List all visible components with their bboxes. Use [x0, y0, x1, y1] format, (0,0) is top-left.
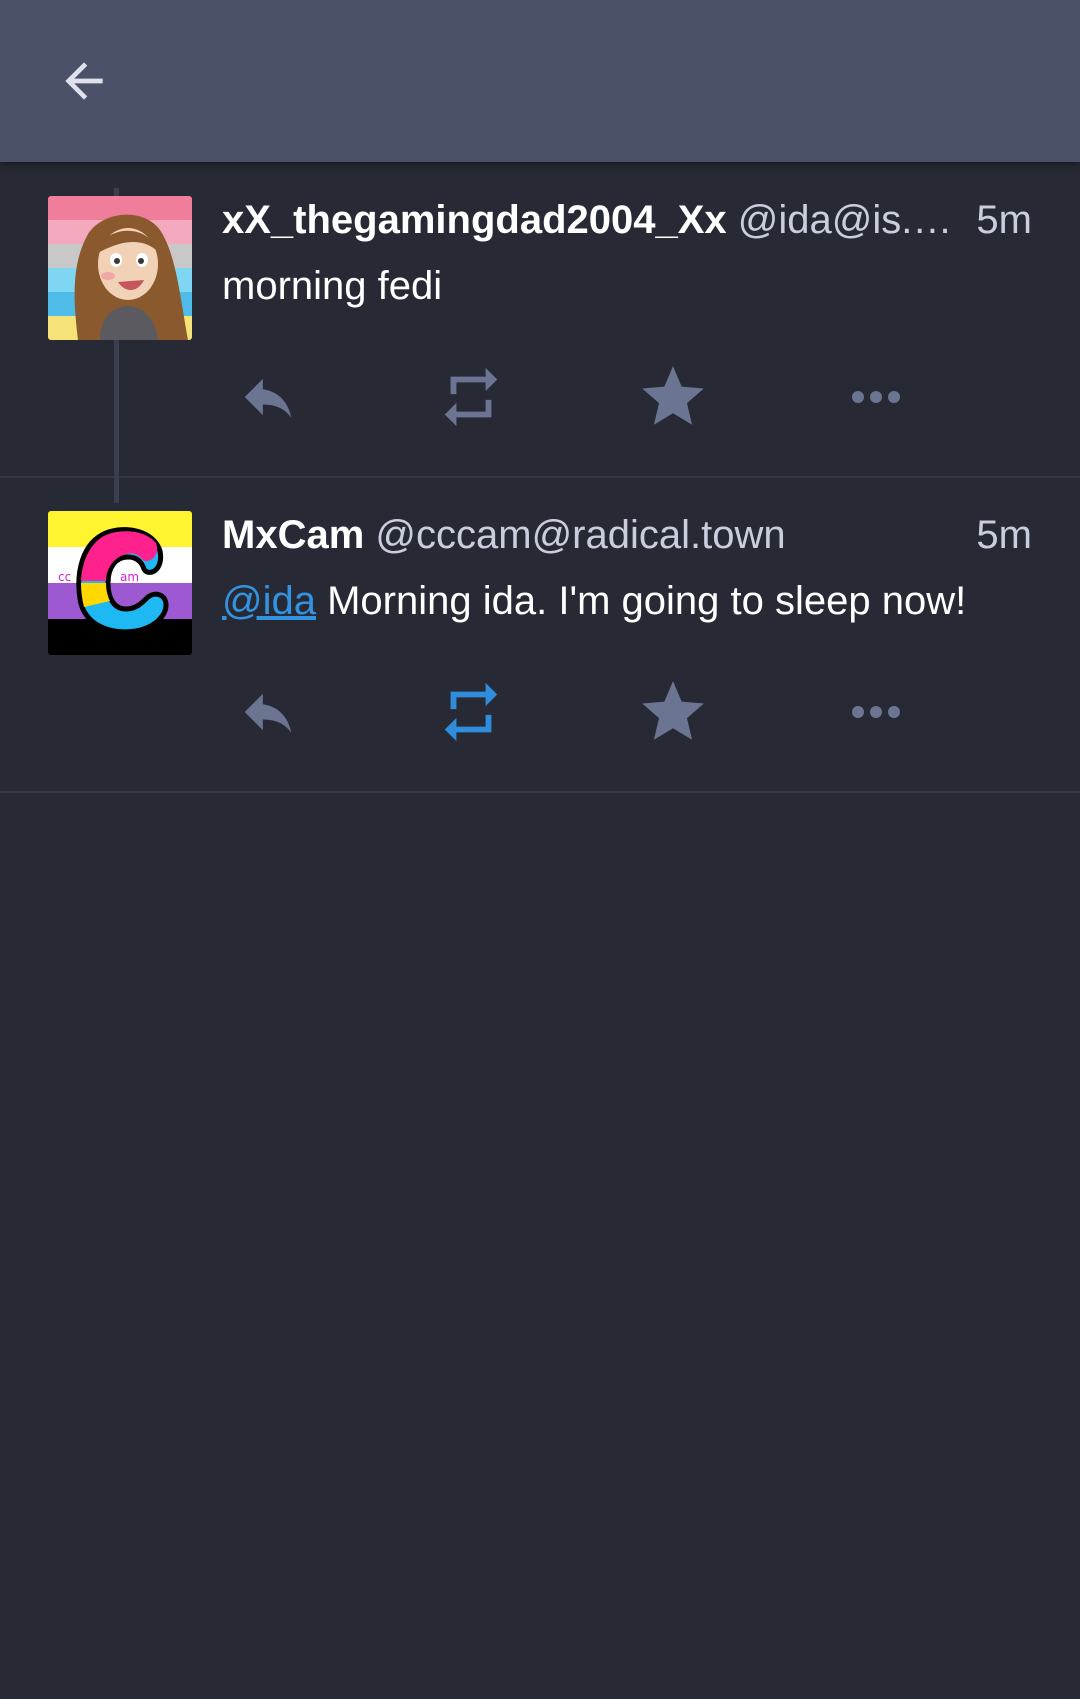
status-header: MxCam @cccam@radical.town 5m: [222, 505, 1032, 565]
reply-icon: [244, 693, 292, 733]
avatar-letters-am: am: [120, 570, 139, 584]
arrow-left-icon: [65, 62, 103, 100]
more-button[interactable]: [831, 672, 921, 752]
status-actions: [222, 672, 1032, 752]
status-header: xX_thegamingdad2004_Xx @ida@is.nota.live…: [222, 190, 1032, 250]
status-text: Morning ida. I'm going to sleep now!: [315, 579, 967, 623]
account-handle[interactable]: @ida@is.nota.live: [738, 190, 966, 250]
display-name[interactable]: xX_thegamingdad2004_Xx: [222, 198, 727, 242]
back-button[interactable]: [48, 45, 120, 117]
avatar[interactable]: cc am: [48, 511, 192, 655]
status-content: @ida Morning ida. I'm going to sleep now…: [222, 571, 1042, 631]
reply-button[interactable]: [223, 672, 313, 752]
more-icon: [852, 391, 900, 403]
favourite-button[interactable]: [628, 672, 718, 752]
status-content: morning fedi: [222, 256, 1042, 316]
status-item[interactable]: cc am MxCam @cccam@radical.town 5m @ida …: [0, 477, 1080, 793]
more-icon: [852, 706, 900, 718]
mention-link[interactable]: @ida: [222, 579, 316, 623]
reply-icon: [244, 378, 292, 418]
avatar-letters-cc: cc: [58, 570, 71, 584]
more-button[interactable]: [831, 357, 921, 437]
favourite-button[interactable]: [628, 357, 718, 437]
favourite-icon: [642, 366, 704, 425]
status-actions: [222, 357, 1032, 437]
reply-button[interactable]: [223, 357, 313, 437]
display-name[interactable]: MxCam: [222, 513, 364, 557]
timestamp[interactable]: 5m: [976, 190, 1032, 250]
avatar-letter-image: cc am: [48, 511, 192, 655]
status-text: morning fedi: [222, 264, 443, 308]
favourite-icon: [642, 681, 704, 740]
timestamp[interactable]: 5m: [976, 505, 1032, 565]
avatar[interactable]: [48, 196, 192, 340]
app-window: xX_thegamingdad2004_Xx @ida@is.nota.live…: [0, 0, 1080, 1699]
top-app-bar: [0, 0, 1080, 162]
boost-button-active[interactable]: [426, 672, 516, 752]
timeline-empty-area: [0, 792, 1080, 1699]
account-handle[interactable]: @cccam@radical.town: [375, 513, 785, 557]
boost-icon: [444, 682, 498, 742]
boost-icon: [444, 367, 498, 427]
boost-button[interactable]: [426, 357, 516, 437]
avatar-portrait-image: [48, 196, 192, 340]
status-item[interactable]: xX_thegamingdad2004_Xx @ida@is.nota.live…: [0, 162, 1080, 478]
